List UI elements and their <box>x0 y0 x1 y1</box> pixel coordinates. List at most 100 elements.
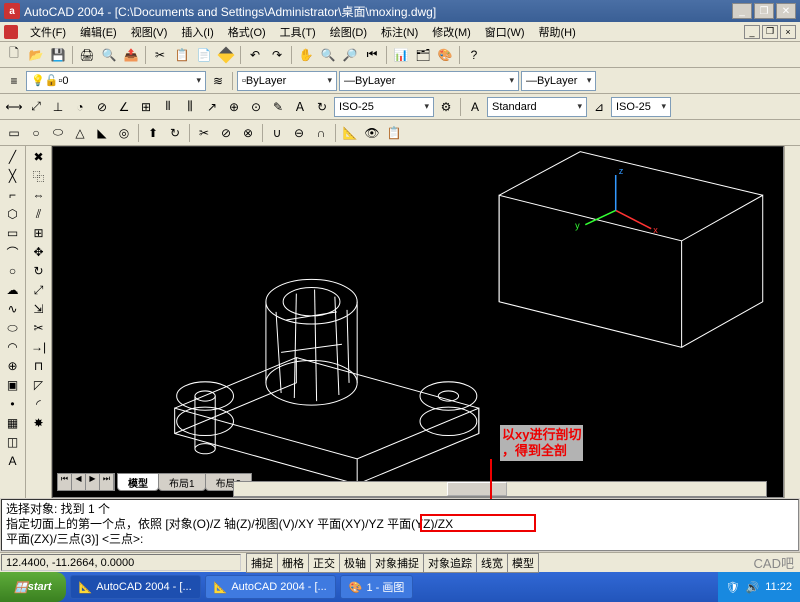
menu-dimension[interactable]: 标注(N) <box>375 22 424 42</box>
dimstyle-combo[interactable]: ISO-25 <box>334 97 434 117</box>
spline-button[interactable]: ∿ <box>3 300 23 318</box>
rotate-button[interactable]: ↻ <box>29 262 49 280</box>
mirror-button[interactable]: ⇔ <box>29 186 49 204</box>
zoom-prev-button[interactable]: ⏮ <box>362 45 382 65</box>
offset-button[interactable]: ⫽ <box>29 205 49 223</box>
section-button[interactable]: ⊘ <box>216 123 236 143</box>
menu-draw[interactable]: 绘图(D) <box>324 22 373 42</box>
table-style-icon[interactable]: ⊿ <box>589 97 609 117</box>
zoom-win-button[interactable]: 🔎 <box>340 45 360 65</box>
menu-window[interactable]: 窗口(W) <box>479 22 531 42</box>
polar-toggle[interactable]: 极轴 <box>339 553 371 573</box>
new-button[interactable]: 🗋 <box>4 45 24 65</box>
fillet-button[interactable]: ◜ <box>29 395 49 413</box>
save-button[interactable]: 💾 <box>48 45 68 65</box>
copy-obj-button[interactable]: ⿻ <box>29 167 49 185</box>
snap-toggle[interactable]: 捕捉 <box>246 553 278 573</box>
extrude-button[interactable]: ⬆ <box>143 123 163 143</box>
box-button[interactable]: ▭ <box>4 123 24 143</box>
paste-button[interactable]: 📄 <box>194 45 214 65</box>
ortho-toggle[interactable]: 正交 <box>308 553 340 573</box>
setup-drawing-button[interactable]: 📐 <box>340 123 360 143</box>
close-button[interactable]: ✕ <box>776 3 796 19</box>
menu-modify[interactable]: 修改(M) <box>426 22 477 42</box>
tab-layout1[interactable]: 布局1 <box>158 473 206 491</box>
circle-button[interactable]: ○ <box>3 262 23 280</box>
dim-continue-button[interactable]: ⫼ <box>180 97 200 117</box>
text-style-icon[interactable]: A <box>465 97 485 117</box>
v-scrollbar[interactable] <box>784 146 800 498</box>
trim-button[interactable]: ✂ <box>29 319 49 337</box>
leader-button[interactable]: ↗ <box>202 97 222 117</box>
menu-insert[interactable]: 插入(I) <box>175 22 219 42</box>
intersect-button[interactable]: ∩ <box>311 123 331 143</box>
print-button[interactable]: 🖨 <box>77 45 97 65</box>
menu-format[interactable]: 格式(O) <box>222 22 272 42</box>
polygon-button[interactable]: ⬡ <box>3 205 23 223</box>
lineweight-combo[interactable]: — ByLayer <box>521 71 596 91</box>
dimtedit-button[interactable]: Ａ <box>290 97 310 117</box>
match-prop-button[interactable] <box>216 45 236 65</box>
lwt-toggle[interactable]: 线宽 <box>476 553 508 573</box>
open-button[interactable]: 📂 <box>26 45 46 65</box>
preview-button[interactable]: 🔍 <box>99 45 119 65</box>
xline-button[interactable]: ╳ <box>3 167 23 185</box>
extend-button[interactable]: →| <box>29 338 49 356</box>
explode-button[interactable]: ✸ <box>29 414 49 432</box>
erase-button[interactable]: ✖ <box>29 148 49 166</box>
layer-prev-button[interactable]: ≋ <box>208 71 228 91</box>
hatch-button[interactable]: ▦ <box>3 414 23 432</box>
help-button[interactable]: ? <box>464 45 484 65</box>
task-autocad-2[interactable]: 📐 AutoCAD 2004 - [... <box>205 575 336 599</box>
region-button[interactable]: ◫ <box>3 433 23 451</box>
dim-linear-button[interactable]: ⟷ <box>4 97 24 117</box>
menu-file[interactable]: 文件(F) <box>24 22 72 42</box>
menu-tools[interactable]: 工具(T) <box>274 22 322 42</box>
task-autocad-1[interactable]: 📐 AutoCAD 2004 - [... <box>70 575 201 599</box>
osnap-toggle[interactable]: 对象捕捉 <box>370 553 424 573</box>
dimedit-button[interactable]: ✎ <box>268 97 288 117</box>
otrack-toggle[interactable]: 对象追踪 <box>423 553 477 573</box>
union-button[interactable]: ∪ <box>267 123 287 143</box>
menu-edit[interactable]: 编辑(E) <box>74 22 123 42</box>
slice-button[interactable]: ✂ <box>194 123 214 143</box>
tab-scroll-nav[interactable]: ⏮◀▶⏭ <box>57 473 115 491</box>
command-window[interactable]: 选择对象: 找到 1 个 指定切面上的第一个点，依照 [对象(O)/Z 轴(Z)… <box>1 499 799 551</box>
layer-combo[interactable]: 💡🔓▫ 0 <box>26 71 206 91</box>
doc-close-button[interactable]: × <box>780 25 796 39</box>
ellipsearc-button[interactable]: ◠ <box>3 338 23 356</box>
dim-angular-button[interactable]: ∠ <box>114 97 134 117</box>
h-scrollbar[interactable] <box>233 481 767 497</box>
doc-minimize-button[interactable]: _ <box>744 25 760 39</box>
grid-toggle[interactable]: 栅格 <box>277 553 309 573</box>
tab-model[interactable]: 模型 <box>117 473 159 491</box>
dim-aligned-button[interactable]: ⤢ <box>26 97 46 117</box>
redo-button[interactable]: ↷ <box>267 45 287 65</box>
subtract-button[interactable]: ⊖ <box>289 123 309 143</box>
model-toggle[interactable]: 模型 <box>507 553 539 573</box>
move-button[interactable]: ✥ <box>29 243 49 261</box>
task-paint[interactable]: 🎨 1 - 画图 <box>340 575 414 599</box>
app-menu-icon[interactable] <box>4 25 18 39</box>
dimupdate-button[interactable]: ↻ <box>312 97 332 117</box>
rectangle-button[interactable]: ▭ <box>3 224 23 242</box>
setup-view-button[interactable]: 👁 <box>362 123 382 143</box>
chamfer-button[interactable]: ◸ <box>29 376 49 394</box>
dim-diameter-button[interactable]: ⊘ <box>92 97 112 117</box>
tray-icon[interactable]: 🛡 <box>726 581 740 594</box>
interfere-button[interactable]: ⊗ <box>238 123 258 143</box>
minimize-button[interactable]: _ <box>732 3 752 19</box>
ellipse-button[interactable]: ⬭ <box>3 319 23 337</box>
designcenter-button[interactable]: 🗂 <box>413 45 433 65</box>
revolve-button[interactable]: ↻ <box>165 123 185 143</box>
zoom-rt-button[interactable]: 🔍 <box>318 45 338 65</box>
block-button[interactable]: ▣ <box>3 376 23 394</box>
dim-radius-button[interactable]: ◔ <box>70 97 90 117</box>
menu-view[interactable]: 视图(V) <box>125 22 174 42</box>
dim-baseline-button[interactable]: ⫴ <box>158 97 178 117</box>
dimstyle-manage-button[interactable]: ⚙ <box>436 97 456 117</box>
maximize-button[interactable]: ❐ <box>754 3 774 19</box>
tray-icon[interactable]: 🔊 <box>746 581 760 594</box>
toolpalette-button[interactable]: 🎨 <box>435 45 455 65</box>
drawing-canvas[interactable]: x y z ⏮◀▶⏭ 模型 布局1 布局2 <box>52 146 784 498</box>
